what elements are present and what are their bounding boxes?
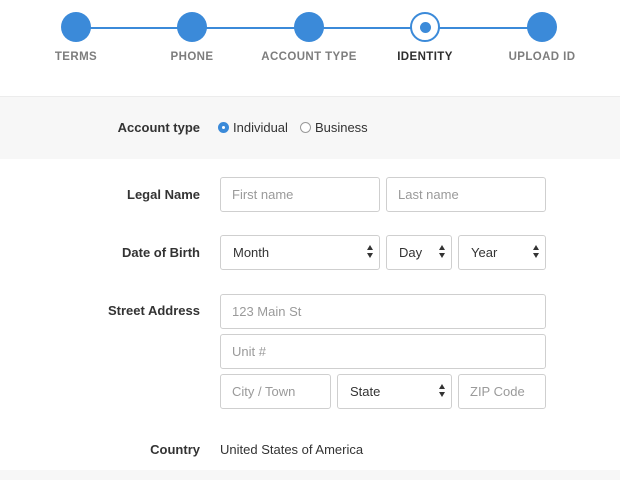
day-select-value: Day: [399, 245, 423, 260]
account-type-section: Account type Individual Business: [0, 96, 620, 159]
step-label: TERMS: [54, 51, 98, 63]
select-arrows-icon: [439, 245, 446, 259]
step-active-dot-icon: [410, 12, 440, 42]
step-phone[interactable]: PHONE: [132, 12, 252, 63]
street-input[interactable]: [220, 294, 546, 329]
step-label: UPLOAD ID: [508, 51, 576, 63]
step-terms[interactable]: TERMS: [16, 12, 136, 63]
radio-checked-icon[interactable]: [218, 122, 229, 133]
footer-band: [0, 470, 620, 480]
step-label: PHONE: [170, 51, 214, 63]
day-select[interactable]: Day: [386, 235, 452, 270]
step-account-type[interactable]: ACCOUNT TYPE: [249, 12, 369, 63]
account-type-label: Account type: [117, 120, 200, 135]
state-select[interactable]: State: [337, 374, 452, 409]
step-label: IDENTITY: [397, 51, 453, 63]
radio-unchecked-icon[interactable]: [299, 122, 311, 133]
first-name-input[interactable]: [220, 177, 380, 212]
step-label: ACCOUNT TYPE: [261, 51, 357, 63]
street-address-label: Street Address: [108, 303, 200, 318]
select-arrows-icon: [533, 245, 540, 259]
legal-name-label: Legal Name: [127, 187, 200, 202]
country-label: Country: [150, 442, 200, 457]
year-select-value: Year: [471, 245, 498, 260]
dob-label: Date of Birth: [122, 245, 200, 260]
step-dot-icon: [527, 12, 557, 42]
country-value: United States of America: [220, 442, 364, 457]
select-arrows-icon: [439, 384, 446, 398]
step-upload-id[interactable]: UPLOAD ID: [482, 12, 602, 63]
step-dot-icon: [294, 12, 324, 42]
zip-input[interactable]: [458, 374, 546, 409]
month-select-value: Month: [233, 245, 270, 260]
radio-label: Business: [314, 120, 368, 135]
unit-input[interactable]: [220, 334, 546, 369]
step-dot-icon: [61, 12, 91, 42]
month-select[interactable]: Month: [220, 235, 380, 270]
last-name-input[interactable]: [386, 177, 546, 212]
city-input[interactable]: [220, 374, 331, 409]
state-select-value: State: [350, 384, 381, 399]
progress-stepper: TERMS PHONE ACCOUNT TYPE IDENTITY UPLOAD…: [0, 0, 620, 96]
radio-label: Individual: [233, 120, 288, 135]
step-identity[interactable]: IDENTITY: [365, 12, 485, 63]
select-arrows-icon: [367, 245, 374, 259]
account-type-radio-group: Individual Business: [218, 120, 380, 135]
radio-business[interactable]: Business: [299, 120, 368, 135]
step-dot-icon: [177, 12, 207, 42]
radio-individual[interactable]: Individual: [218, 120, 288, 135]
year-select[interactable]: Year: [458, 235, 546, 270]
